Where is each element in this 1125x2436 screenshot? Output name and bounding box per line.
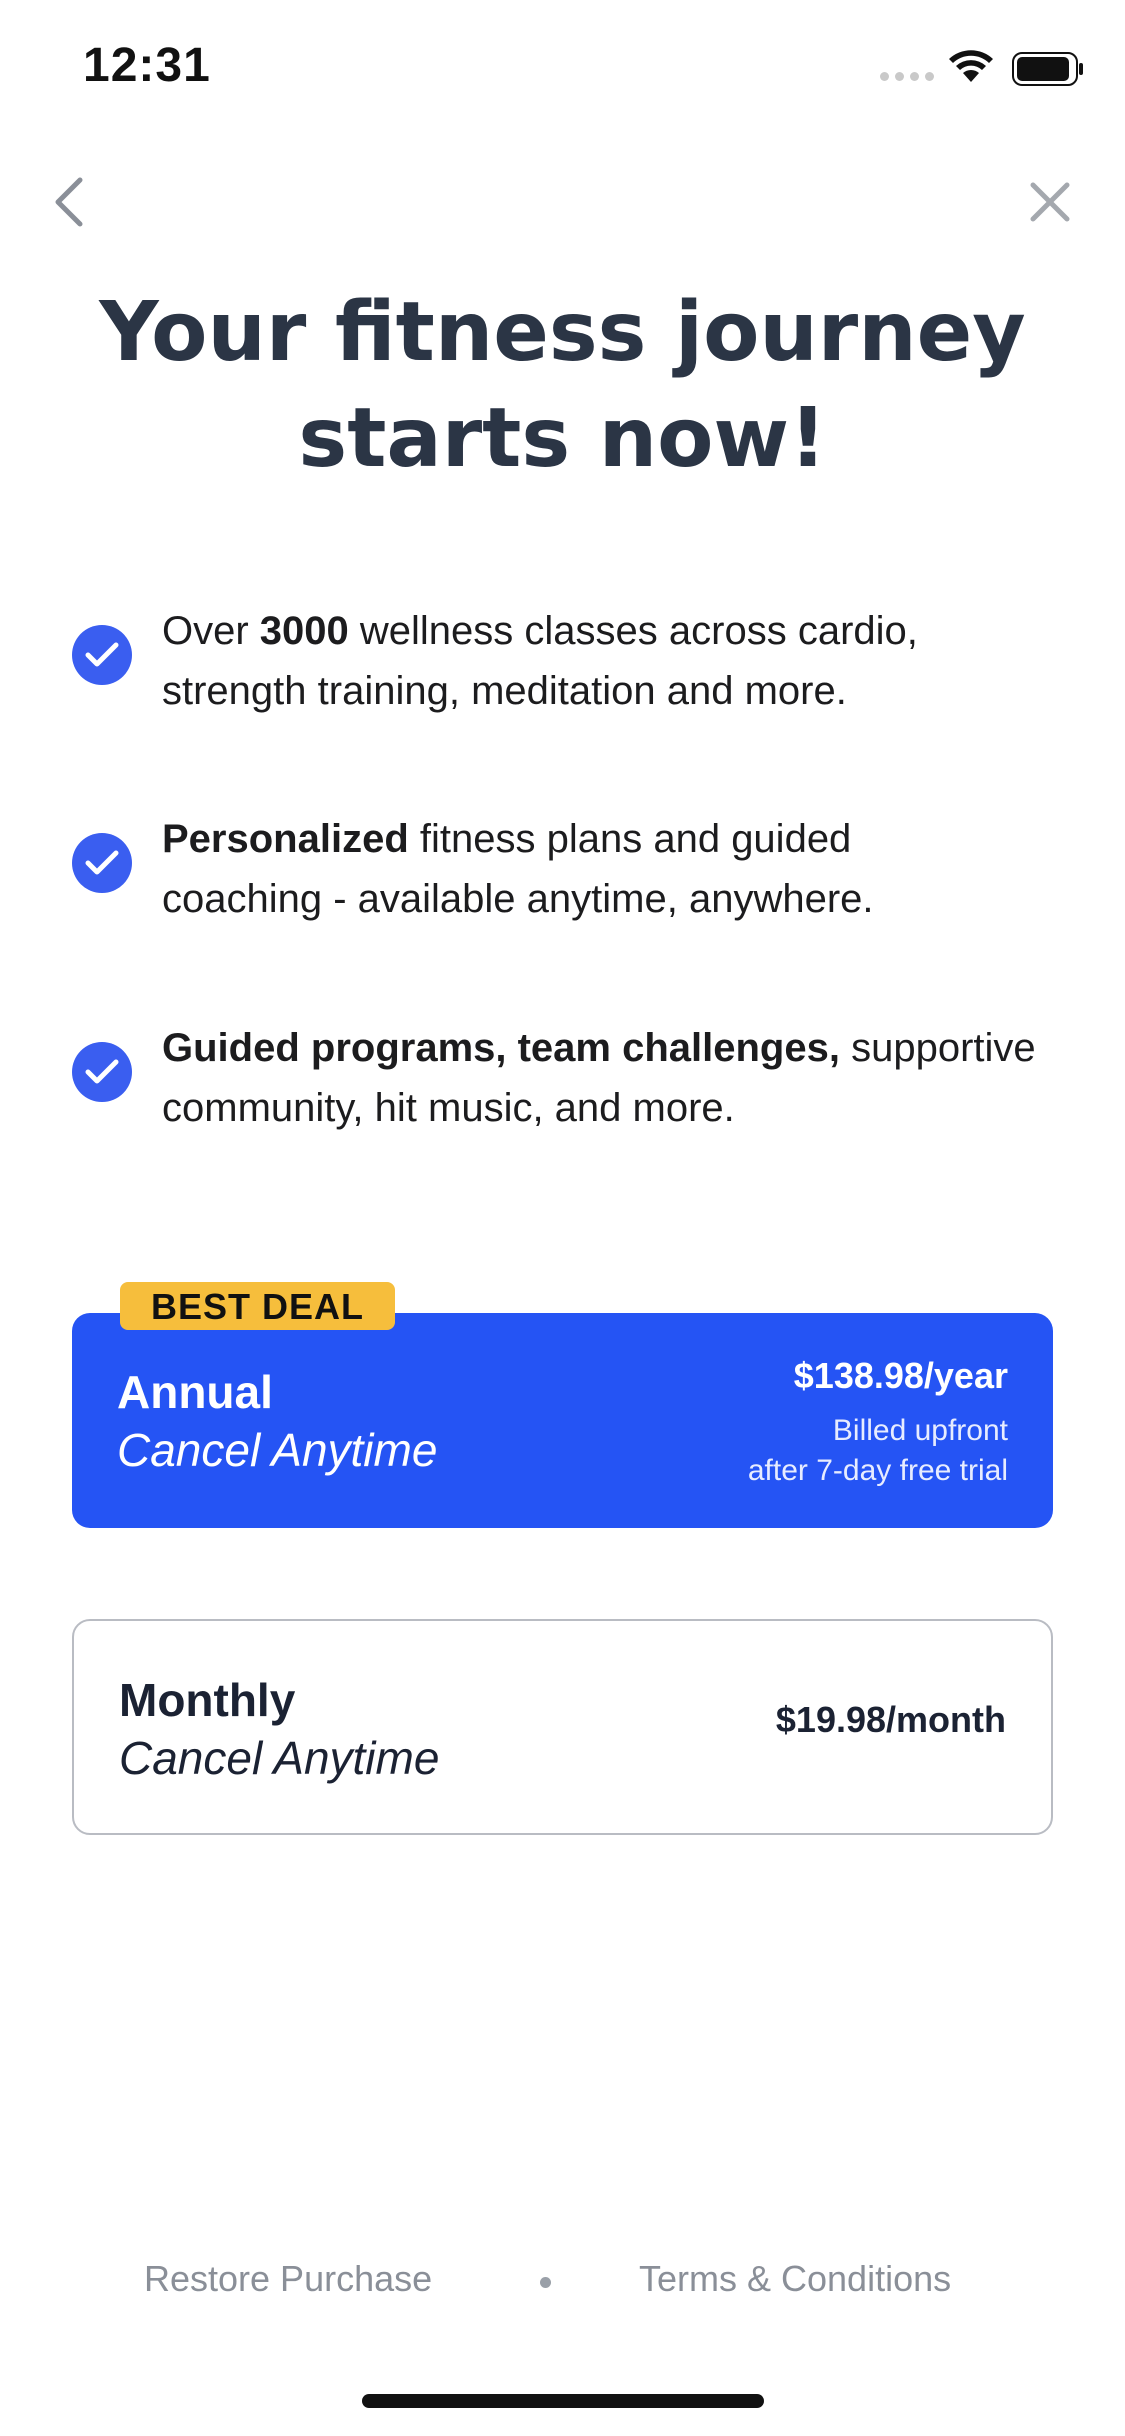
chevron-left-icon: [55, 177, 83, 227]
feature-text: Over 3000 wellness classes across cardio…: [162, 609, 918, 713]
close-button[interactable]: [1030, 182, 1070, 227]
page-title-line-2: starts now!: [298, 391, 827, 486]
feature-item: Over 3000 wellness classes across cardio…: [72, 601, 1072, 721]
plan-billing-note: Billed upfront after 7-day free trial: [747, 1414, 1008, 1487]
page-title-line-1: Your fitness journey: [99, 285, 1026, 380]
plan-title: Monthly: [119, 1674, 296, 1726]
terms-conditions-link[interactable]: Terms & Conditions: [639, 2258, 951, 2300]
checkmark-icon: [72, 1042, 132, 1102]
feature-item: Guided programs, team challenges, suppor…: [72, 1018, 1072, 1138]
plan-price: $19.98/month: [775, 1699, 1006, 1740]
battery-icon: [1012, 52, 1084, 91]
cellular-signal-icon: [880, 72, 934, 81]
plan-subtitle: Cancel Anytime: [117, 1424, 438, 1476]
checkmark-icon: [72, 625, 132, 685]
wifi-icon: [948, 48, 994, 89]
separator-dot: [540, 2277, 551, 2288]
plan-subtitle: Cancel Anytime: [119, 1732, 440, 1784]
plan-monthly-option[interactable]: Monthly Cancel Anytime $19.98/month: [72, 1619, 1053, 1835]
home-indicator[interactable]: [362, 2394, 764, 2408]
close-icon: [1030, 182, 1070, 222]
status-time: 12:31: [83, 39, 211, 92]
checkmark-icon: [72, 833, 132, 893]
feature-text: Guided programs, team challenges, suppor…: [162, 1026, 1036, 1130]
plan-title: Annual: [117, 1366, 273, 1418]
plan-annual-option[interactable]: Annual Cancel Anytime $138.98/year Bille…: [72, 1313, 1053, 1528]
feature-text: Personalized fitness plans and guided co…: [162, 817, 874, 921]
restore-purchase-link[interactable]: Restore Purchase: [144, 2258, 432, 2300]
page-title: Your fitness journey starts now!: [0, 280, 1125, 492]
back-button[interactable]: [52, 176, 86, 233]
feature-item: Personalized fitness plans and guided co…: [72, 809, 1072, 929]
best-deal-badge: BEST DEAL: [120, 1282, 395, 1330]
plan-price: $138.98/year: [793, 1355, 1008, 1396]
